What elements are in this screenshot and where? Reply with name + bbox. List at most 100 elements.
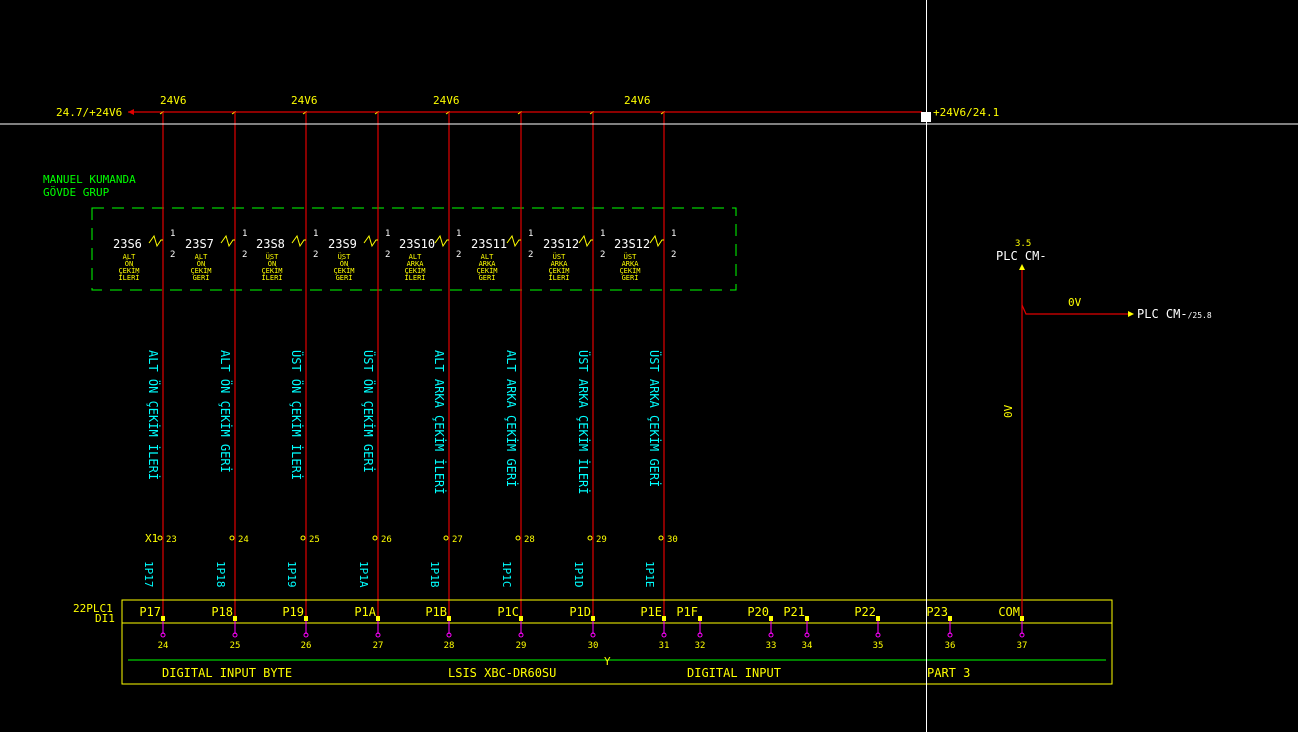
terminal-number: 25 — [309, 535, 320, 545]
switch-pin-top: 1 — [242, 229, 247, 239]
plc-input-label: P1C — [497, 605, 519, 619]
plc-footer-right: PART 3 — [927, 666, 970, 680]
switch-pin-top: 1 — [385, 229, 390, 239]
plc-cm-ref: 3.5 — [1015, 239, 1031, 249]
switch-description-line: İLERİ — [548, 273, 569, 282]
plc-pin-number: 33 — [766, 641, 777, 651]
schematic-canvas: 24.7/+24V6 +24V6/24.1 24V6 24V6 24V6 24V6 M… — [0, 0, 1298, 732]
plc-input-label: P17 — [139, 605, 161, 619]
plc-input: P1E 31 — [640, 605, 669, 651]
switch-tag: 23S7 — [185, 237, 214, 251]
wire-number: 1P19 — [285, 561, 298, 588]
plc-pin-number: 31 — [659, 641, 670, 651]
switch-contact-icon — [291, 234, 306, 248]
switch-pin-bottom: 2 — [385, 250, 390, 260]
switch-description-line: GERİ — [336, 273, 353, 282]
plc-input: P17 24 — [139, 605, 168, 651]
switch-tag: 23S9 — [328, 237, 357, 251]
plc-input: P1F 32 — [676, 605, 705, 651]
wire-function-label: ÜST ARKA ÇEKİM İLERİ — [576, 350, 592, 495]
wire-number: 1P1E — [643, 561, 656, 588]
plc-pin-number: 30 — [588, 641, 599, 651]
terminal-icon — [157, 535, 163, 541]
switch-description-line: GERİ — [193, 273, 210, 282]
terminal-number: 24 — [238, 535, 249, 545]
switch-tag: 23S6 — [113, 237, 142, 251]
terminal-icon — [587, 535, 593, 541]
plc-pin-number: 37 — [1017, 641, 1028, 651]
wire-number: 1P1A — [357, 561, 370, 588]
plc-pin-number: 26 — [301, 641, 312, 651]
plc-pin-number: 32 — [695, 641, 706, 651]
switch-description-line: İLERİ — [261, 273, 282, 282]
switch-pin-top: 1 — [313, 229, 318, 239]
plc-input: P23 36 — [926, 605, 955, 651]
plc-input-label: P1E — [640, 605, 662, 619]
plc-input-label: P20 — [747, 605, 769, 619]
bus-label: 24V6 — [160, 94, 187, 107]
plc-input-terminal — [376, 616, 380, 621]
plc-input-terminal — [662, 616, 666, 621]
plc-input-label: P1F — [676, 605, 698, 619]
switch-contact-icon — [506, 234, 521, 248]
plc-input-terminal — [304, 616, 308, 621]
plc-y-mark: Y — [604, 655, 611, 668]
group-title-line2: GÖVDE GRUP — [43, 186, 110, 199]
terminal-number: 30 — [667, 535, 678, 545]
signal-column: 23S712ALTÖNÇEKİMGERİALT ÖN ÇEKİM GERİ241… — [185, 111, 249, 616]
wire-function-label: ÜST ÖN ÇEKİM GERİ — [361, 350, 377, 473]
switch-tag: 23S8 — [256, 237, 285, 251]
plc-pin-number: 28 — [444, 641, 455, 651]
plc-footer-left: DIGITAL INPUT BYTE — [162, 666, 292, 680]
plc-footer-mid: DIGITAL INPUT — [687, 666, 781, 680]
terminal-number: 26 — [381, 535, 392, 545]
plc-cm-out-label: PLC CM-/25.8 — [1137, 307, 1212, 321]
plc-cm-label: PLC CM- — [996, 249, 1047, 263]
plc-input-list: P17 24 P18 25 P19 26 P1A 27 P1B 28 P1C 29 P1D 30 P1E 31… — [139, 605, 1027, 651]
switch-pin-bottom: 2 — [170, 250, 175, 260]
signal-column: 23S812ÜSTÖNÇEKİMİLERİÜST ÖN ÇEKİM İLERİ2… — [256, 111, 320, 616]
plc-input: P20 33 — [747, 605, 776, 651]
plc-footer-model: LSIS XBC-DR60SU — [448, 666, 556, 680]
terminal-icon — [229, 535, 235, 541]
plc-pin-number: 27 — [373, 641, 384, 651]
plc-tag-line2: DI1 — [95, 612, 115, 625]
switch-pin-top: 1 — [456, 229, 461, 239]
bus-label: 24V6 — [433, 94, 460, 107]
zero-v-label: 0V — [1068, 296, 1082, 309]
switch-contact-icon — [220, 234, 235, 248]
wire-number: 1P1B — [428, 561, 441, 588]
group-title-line1: MANUEL KUMANDA — [43, 173, 136, 186]
plc-pin-number: 24 — [158, 641, 169, 651]
wire-function-label: ALT ARKA ÇEKİM GERİ — [504, 350, 519, 487]
plc-pin-number: 34 — [802, 641, 813, 651]
wire-function-label: ALT ARKA ÇEKİM İLERİ — [432, 350, 447, 495]
plc-input-terminal — [1020, 616, 1024, 621]
switch-pin-top: 1 — [600, 229, 605, 239]
plc-pin-number: 25 — [230, 641, 241, 651]
switch-tag: 23S11 — [471, 237, 507, 251]
terminal-icon — [515, 535, 521, 541]
wire-function-label: ÜST ÖN ÇEKİM İLERİ — [289, 350, 305, 480]
terminal-number: 29 — [596, 535, 607, 545]
plc-input-label: P22 — [854, 605, 876, 619]
terminal-icon — [300, 535, 306, 541]
terminal-number: 28 — [524, 535, 535, 545]
wire-number: 1P1D — [572, 561, 585, 588]
terminal-icon — [658, 535, 664, 541]
bus-label: 24V6 — [624, 94, 651, 107]
wire-function-label: ALT ÖN ÇEKİM GERİ — [218, 350, 234, 473]
terminal-number: 23 — [166, 535, 177, 545]
plc-input-terminal — [769, 616, 773, 621]
switch-tag: 23S10 — [399, 237, 435, 251]
plc-input: P1B 28 — [425, 605, 454, 651]
plc-input: P21 34 — [783, 605, 812, 651]
signal-column: 23S1112ALTARKAÇEKİMGERİALT ARKA ÇEKİM GE… — [471, 111, 535, 616]
plc-input: P1C 29 — [497, 605, 526, 651]
plc-input-label: P18 — [211, 605, 233, 619]
signal-column: 23S1212ÜSTARKAÇEKİMGERİÜST ARKA ÇEKİM GE… — [614, 111, 678, 616]
plc-input-terminal — [233, 616, 237, 621]
switch-tag: 23S12 — [614, 237, 650, 251]
plc-input-terminal — [447, 616, 451, 621]
terminal-number: 27 — [452, 535, 463, 545]
